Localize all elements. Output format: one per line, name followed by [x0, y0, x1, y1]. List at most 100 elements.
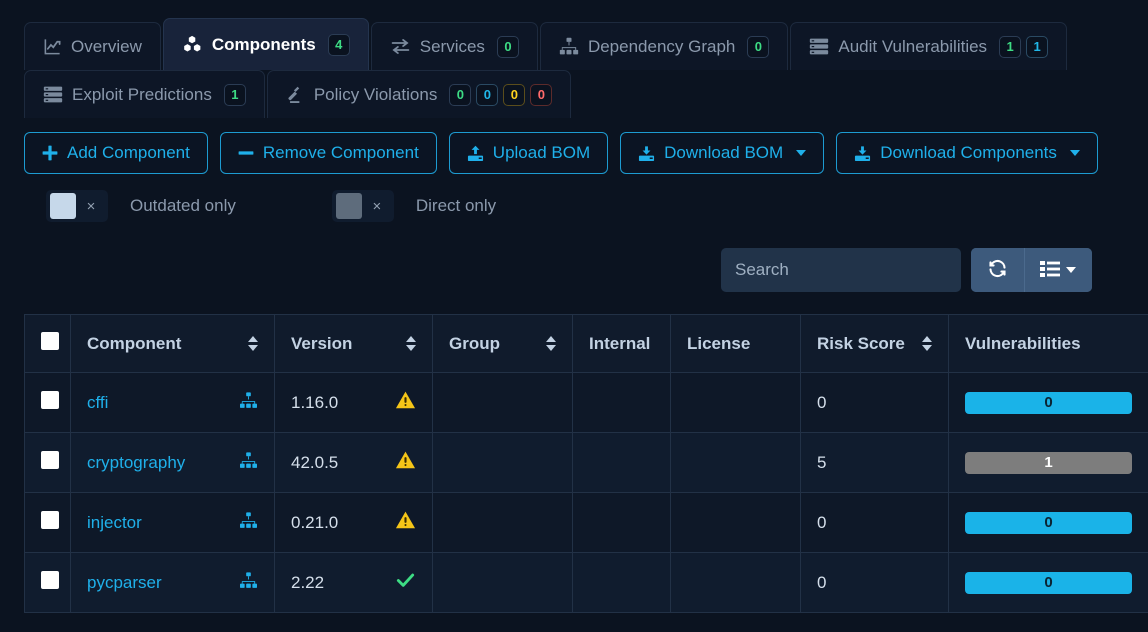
column-header-version[interactable]: Version — [274, 314, 433, 373]
tab-label: Exploit Predictions — [72, 84, 212, 104]
action-toolbar: Add Component Remove Component Upload BOM D… — [0, 118, 1148, 174]
minus-icon — [238, 145, 254, 161]
component-cell: pycparser — [70, 552, 275, 613]
component-cell: injector — [70, 492, 275, 553]
version-cell: 0.21.0 — [274, 492, 433, 553]
tab-label: Components — [211, 34, 316, 54]
column-header-label: Vulnerabilities — [965, 333, 1081, 353]
tab-policy-violations[interactable]: Policy Violations 0 0 0 0 — [266, 70, 572, 118]
tab-badge: 1 — [999, 35, 1022, 58]
tab-label: Audit Vulnerabilities — [838, 36, 988, 56]
chevron-down-icon — [1069, 150, 1080, 156]
toggle-outdated-only[interactable]: × — [46, 190, 108, 222]
version-value: 42.0.5 — [291, 452, 339, 472]
component-link[interactable]: cryptography — [87, 453, 185, 473]
select-all-checkbox[interactable] — [41, 332, 59, 350]
tab-badge: 4 — [327, 33, 350, 56]
button-label: Remove Component — [262, 143, 419, 162]
add-component-button[interactable]: Add Component — [24, 132, 208, 174]
internal-cell — [572, 372, 671, 433]
sort-icon[interactable] — [922, 336, 932, 351]
sitemap-small-icon — [239, 391, 258, 414]
component-link[interactable]: cffi — [87, 393, 108, 413]
row-select-cell[interactable] — [24, 432, 71, 493]
column-header-risk[interactable]: Risk Score — [800, 314, 949, 373]
remove-component-button[interactable]: Remove Component — [219, 132, 437, 174]
table-row[interactable]: cryptography 42.0.5 5 1 — [24, 432, 1148, 493]
refresh-icon — [987, 258, 1008, 282]
check-icon — [395, 570, 416, 595]
row-checkbox[interactable] — [41, 451, 59, 469]
upload-bom-button[interactable]: Upload BOM — [448, 132, 609, 174]
license-cell — [670, 432, 801, 493]
vulnerability-bar[interactable]: 0 — [965, 571, 1132, 594]
button-label: Upload BOM — [492, 143, 591, 162]
vulnerability-bar[interactable]: 0 — [965, 511, 1132, 534]
version-value: 0.21.0 — [291, 512, 339, 532]
group-cell — [432, 552, 573, 613]
component-link[interactable]: pycparser — [87, 573, 162, 593]
tab-components[interactable]: Components 4 — [162, 18, 369, 70]
row-select-cell[interactable] — [24, 372, 71, 433]
column-header-vulns: Vulnerabilities — [948, 314, 1148, 373]
internal-cell — [572, 492, 671, 553]
toggle-direct-only[interactable]: × — [331, 190, 394, 222]
components-table: Component Version Group Internal License Risk… — [24, 314, 1148, 613]
column-header-label: Version — [291, 333, 353, 353]
sort-icon[interactable] — [546, 336, 556, 351]
tab-badge: 0 — [503, 83, 526, 106]
tab-badge-group: 1 — [223, 83, 246, 106]
toggle-clear-icon: × — [86, 197, 96, 215]
server-icon — [43, 85, 63, 104]
internal-cell — [572, 432, 671, 493]
download-icon — [638, 145, 655, 162]
component-cell: cffi — [70, 372, 275, 433]
column-header-label: Component — [87, 333, 182, 353]
column-header-internal: Internal — [572, 314, 671, 373]
component-link[interactable]: injector — [87, 513, 142, 533]
vulnerability-bar[interactable]: 1 — [965, 451, 1132, 474]
sort-icon[interactable] — [248, 336, 258, 351]
vulnerabilities-cell: 0 — [948, 552, 1148, 613]
row-checkbox[interactable] — [41, 571, 59, 589]
risk-score-cell: 0 — [800, 372, 949, 433]
tab-exploit-predictions[interactable]: Exploit Predictions 1 — [24, 70, 265, 118]
vulnerabilities-cell: 0 — [948, 372, 1148, 433]
tab-label: Overview — [71, 36, 142, 56]
button-label: Download Components — [880, 143, 1057, 162]
tab-overview[interactable]: Overview — [24, 22, 161, 70]
chevron-down-icon — [796, 150, 807, 156]
tab-audit-vulnerabilities[interactable]: Audit Vulnerabilities 1 1 — [790, 22, 1068, 70]
row-select-cell[interactable] — [24, 492, 71, 553]
row-checkbox[interactable] — [41, 391, 59, 409]
search-input[interactable] — [721, 248, 961, 292]
toggle-knob — [50, 193, 76, 219]
sort-icon[interactable] — [406, 336, 416, 351]
table-header-row: Component Version Group Internal License Risk… — [24, 314, 1148, 373]
column-header-component[interactable]: Component — [70, 314, 275, 373]
group-cell — [432, 492, 573, 553]
tab-services[interactable]: Services 0 — [370, 22, 538, 70]
column-header-group[interactable]: Group — [432, 314, 573, 373]
table-row[interactable]: pycparser 2.22 0 0 — [24, 552, 1148, 613]
sitemap-small-icon — [239, 451, 258, 474]
toggle-clear-icon: × — [372, 197, 382, 215]
toggle-label: Direct only — [415, 196, 497, 215]
table-row[interactable]: cffi 1.16.0 0 0 — [24, 372, 1148, 433]
internal-cell — [572, 552, 671, 613]
plus-icon — [42, 145, 58, 161]
row-checkbox[interactable] — [41, 511, 59, 529]
tab-row-primary: Overview Components 4 Services 0 Dependency G… — [24, 18, 1148, 70]
download-bom-button[interactable]: Download BOM — [620, 132, 825, 174]
vulnerability-bar[interactable]: 0 — [965, 391, 1132, 414]
tab-badge: 0 — [449, 83, 472, 106]
component-cell: cryptography — [70, 432, 275, 493]
refresh-button[interactable] — [971, 248, 1024, 292]
column-options-button[interactable] — [1024, 248, 1092, 292]
row-select-cell[interactable] — [24, 552, 71, 613]
chevron-down-icon — [1066, 267, 1076, 273]
tab-dependency-graph[interactable]: Dependency Graph 0 — [539, 22, 789, 70]
table-row[interactable]: injector 0.21.0 0 0 — [24, 492, 1148, 553]
download-components-button[interactable]: Download Components — [836, 132, 1098, 174]
license-cell — [670, 372, 801, 433]
